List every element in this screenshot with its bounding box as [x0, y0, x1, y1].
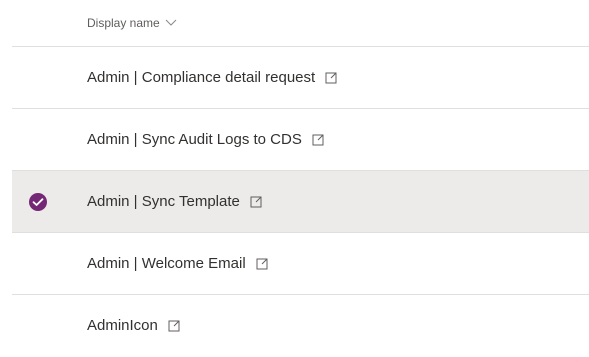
display-name-header-label: Display name: [87, 16, 160, 30]
list-row[interactable]: Admin | Compliance detail request: [12, 47, 589, 109]
row-name-link[interactable]: AdminIcon: [87, 317, 158, 334]
chevron-down-icon: [165, 19, 177, 26]
open-in-new-icon[interactable]: [312, 133, 325, 146]
open-in-new-icon[interactable]: [256, 257, 269, 270]
open-in-new-icon[interactable]: [250, 195, 263, 208]
row-name-cell[interactable]: Admin | Sync Audit Logs to CDS: [87, 109, 325, 170]
row-name-link[interactable]: Admin | Sync Audit Logs to CDS: [87, 131, 302, 148]
list-row[interactable]: Admin | Sync Audit Logs to CDS: [12, 109, 589, 171]
list-row[interactable]: AdminIcon: [12, 295, 589, 357]
list-header: Display name: [12, 0, 589, 47]
open-in-new-icon[interactable]: [325, 71, 338, 84]
row-name-link[interactable]: Admin | Compliance detail request: [87, 69, 315, 86]
row-name-link[interactable]: Admin | Sync Template: [87, 193, 240, 210]
display-name-column-header[interactable]: Display name: [87, 16, 177, 30]
row-name-cell[interactable]: AdminIcon: [87, 295, 181, 356]
list-row-selected[interactable]: Admin | Sync Template: [12, 171, 589, 233]
row-name-link[interactable]: Admin | Welcome Email: [87, 255, 246, 272]
app-list-grid: Display name Admin | Compliance detail r…: [0, 0, 589, 351]
row-name-cell[interactable]: Admin | Welcome Email: [87, 233, 269, 294]
row-name-cell[interactable]: Admin | Sync Template: [87, 171, 263, 232]
list-row[interactable]: Admin | Welcome Email: [12, 233, 589, 295]
row-name-cell[interactable]: Admin | Compliance detail request: [87, 47, 338, 108]
open-in-new-icon[interactable]: [168, 319, 181, 332]
checkmark-circle-icon[interactable]: [28, 192, 48, 212]
